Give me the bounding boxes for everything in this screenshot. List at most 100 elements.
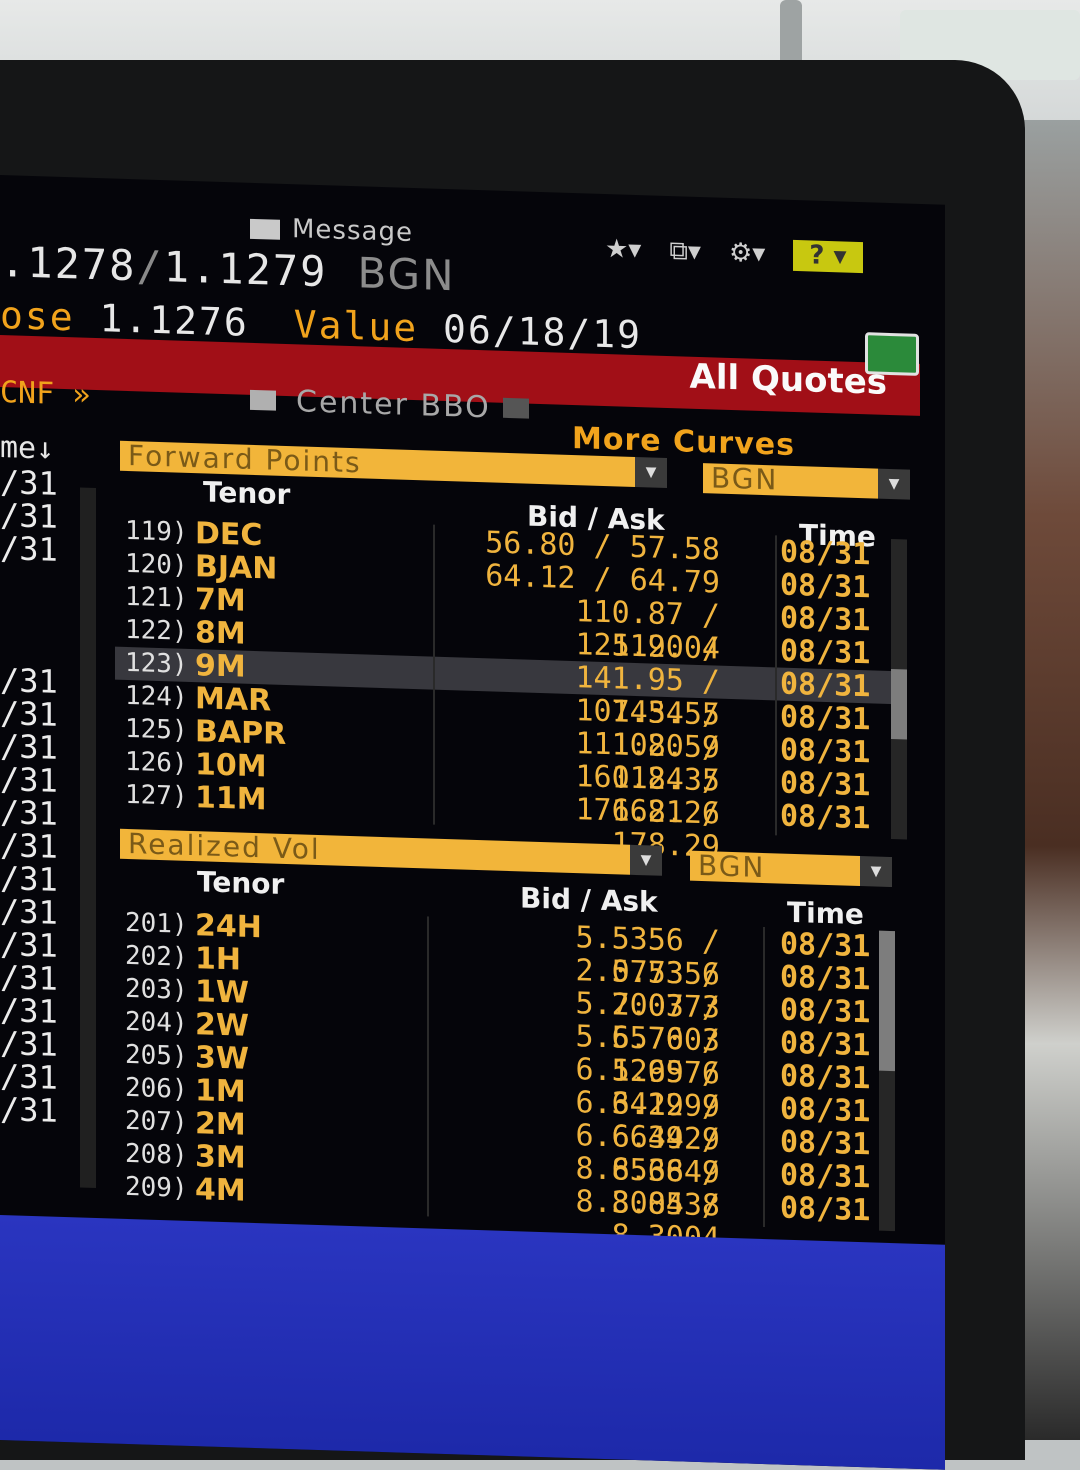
tenor-cell: 1M	[195, 1073, 246, 1110]
bid-value: 64.12	[485, 558, 576, 597]
bid-ask-separator: /	[683, 696, 720, 733]
bid-ask-separator: /	[683, 956, 720, 993]
forward-points-scrollbar[interactable]	[891, 539, 907, 840]
tenor-cell: 3M	[195, 1139, 246, 1176]
time-cell: 08/31	[780, 959, 871, 998]
row-number: 209)	[125, 1171, 188, 1204]
bid-ask-separator: /	[683, 663, 720, 700]
tenor-cell: 11M	[195, 780, 267, 818]
ask-value: 64.79	[629, 562, 720, 601]
tenor-header[interactable]: Tenor	[203, 475, 290, 511]
bid-ask-separator: /	[683, 989, 720, 1026]
tenor-header[interactable]: Tenor	[197, 865, 284, 901]
scroll-thumb[interactable]	[879, 930, 895, 1072]
chevron-down-icon[interactable]: ▼	[878, 468, 910, 500]
value-date: 06/18/19	[442, 306, 643, 358]
tenor-cell: MAR	[195, 681, 272, 719]
row-number: 207)	[125, 1105, 188, 1138]
time-cell: 08/31	[780, 633, 871, 672]
time-cell: 08/31	[780, 926, 871, 965]
time-cell: 08/31	[780, 1124, 871, 1163]
bid-ask-separator: /	[683, 729, 720, 766]
ask-value: 57.58	[629, 529, 720, 568]
bid-ask-separator: /	[683, 795, 720, 832]
time-cell: 08/31	[780, 600, 871, 639]
bid-ask-separator: /	[683, 1187, 720, 1224]
terminal-screen: Message ★▾ ⧉▾ ⚙▾ ? ▾ .1278/1.1279 BGN ose…	[0, 175, 945, 1470]
bid-ask-separator: /	[683, 923, 720, 960]
row-number: 123)	[125, 647, 188, 680]
checkbox-icon[interactable]	[250, 389, 276, 411]
column-divider	[763, 926, 765, 1228]
row-number: 121)	[125, 581, 188, 614]
time-cell: 08/31	[780, 992, 871, 1031]
all-quotes-link[interactable]: All Quotes	[690, 357, 887, 403]
rate-source: BGN	[357, 248, 456, 301]
bid-ask-separator: /	[683, 1055, 720, 1092]
tenor-cell: 7M	[195, 582, 246, 619]
bid-ask-separator: /	[683, 1154, 720, 1191]
chevron-down-icon[interactable]: ▼	[860, 856, 892, 888]
bid-ask-separator: /	[683, 597, 720, 634]
gear-icon[interactable]: ⚙▾	[729, 238, 765, 270]
desktop-blue-area	[0, 1215, 945, 1470]
tenor-cell: 4M	[195, 1172, 246, 1209]
time-cell: 08/31	[780, 1091, 871, 1130]
row-number: 201)	[125, 907, 188, 940]
tenor-cell: 8M	[195, 615, 246, 652]
time-cell: 08/31	[780, 567, 871, 606]
row-number: 124)	[125, 680, 188, 713]
chevron-down-icon[interactable]: ▼	[635, 456, 667, 488]
row-number: 204)	[125, 1006, 188, 1039]
left-scrollbar[interactable]	[80, 487, 96, 1189]
row-number: 119)	[125, 515, 188, 548]
star-icon[interactable]: ★▾	[605, 234, 641, 266]
time-header[interactable]: Time	[787, 896, 864, 931]
toolbar: ★▾ ⧉▾ ⚙▾ ? ▾	[605, 234, 863, 274]
bid-value: 56.80	[485, 525, 576, 564]
tenor-cell: BJAN	[195, 549, 278, 587]
bid-value: 8.3004	[575, 1184, 684, 1223]
row-number: 125)	[125, 713, 188, 746]
row-number: 202)	[125, 940, 188, 973]
message-button[interactable]: Message	[250, 213, 413, 248]
time-cell: 08/31	[780, 1190, 871, 1229]
tenor-cell: 9M	[195, 648, 246, 685]
window-icon[interactable]: ⧉▾	[669, 236, 701, 268]
row-number: 126)	[125, 746, 188, 779]
tenor-cell: BAPR	[195, 714, 287, 752]
forward-points-grid: 119) DEC 08/31 56.80 / 57.58 120) BJAN 08/31 64…	[115, 515, 895, 865]
time-cell: 08/31	[780, 534, 871, 573]
realized-vol-panel: Realized Vol ▼ BGN ▼ Tenor Bid / Ask Tim…	[115, 827, 915, 1257]
row-number: 205)	[125, 1039, 188, 1072]
time-cell: 08/31	[780, 1058, 871, 1097]
bid-ask-separator: /	[575, 528, 630, 565]
row-number: 120)	[125, 548, 188, 581]
column-divider	[775, 535, 777, 836]
row-number: 203)	[125, 973, 188, 1006]
square-icon	[502, 397, 529, 419]
forward-points-panel: Forward Points ▼ BGN ▼ Tenor Bid / Ask T…	[115, 439, 915, 865]
bid-ask-separator: /	[683, 1121, 720, 1158]
scroll-thumb[interactable]	[891, 669, 907, 740]
realized-vol-scrollbar[interactable]	[879, 930, 895, 1232]
bid-ask-header[interactable]: Bid / Ask	[520, 881, 658, 918]
column-divider	[433, 524, 435, 825]
rate-ask: 1.1279	[163, 242, 328, 297]
help-button[interactable]: ? ▾	[793, 239, 863, 274]
tenor-cell: 3W	[195, 1040, 249, 1077]
tenor-cell: 1W	[195, 974, 249, 1011]
chevron-down-icon[interactable]: ▼	[630, 844, 662, 876]
time-cell: 08/31	[780, 699, 871, 738]
row-number: 122)	[125, 614, 188, 647]
time-cell: 08/31	[780, 732, 871, 771]
row-number: 206)	[125, 1072, 188, 1105]
realized-vol-grid: 201) 24H 08/31 5.5356 / 5.5356 202) 1H 08/31 2.…	[115, 907, 895, 1257]
time-cell: 08/31	[780, 798, 871, 837]
bid-ask-separator: /	[575, 561, 630, 598]
time-cell: 08/31	[780, 1025, 871, 1064]
bid-ask-separator: /	[683, 1022, 720, 1059]
bid-ask-separator: /	[683, 1088, 720, 1125]
cnf-link[interactable]: CNF »	[0, 375, 90, 413]
tenor-cell: 2M	[195, 1106, 246, 1143]
